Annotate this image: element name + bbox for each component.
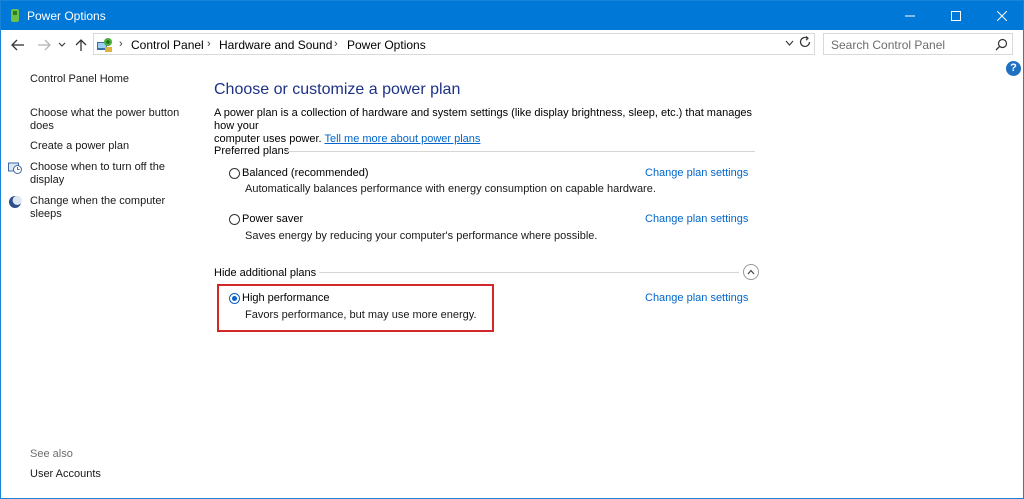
link-line: Create a power plan [30,140,130,152]
power-saver-plan-label[interactable]: Power saver [242,213,303,225]
window-title: Power Options [27,9,106,23]
minimize-icon [905,15,915,16]
control-panel-home-link[interactable]: Control Panel Home [30,73,129,86]
help-icon[interactable]: ? [1006,61,1021,76]
collapse-plans-button[interactable] [743,264,759,280]
section-divider [319,272,739,273]
description-line: computer uses power. Tell me more about … [214,133,774,146]
chevron-up-icon [747,269,755,275]
create-power-plan-link[interactable]: Create a power plan [30,140,129,153]
up-button[interactable] [73,37,89,53]
user-accounts-link[interactable]: User Accounts [30,468,101,481]
breadcrumb-separator-icon: › [207,38,211,50]
preferred-plans-heading: Preferred plans [214,145,290,157]
close-button[interactable] [979,1,1024,30]
title-bar: Power Options [1,1,1023,30]
balanced-plan-description: Automatically balances performance with … [245,183,656,195]
computer-sleeps-link[interactable]: Change when the computer sleeps [30,195,165,221]
arrow-right-icon [38,39,51,51]
high-performance-change-plan-settings-link[interactable]: Change plan settings [645,292,748,304]
address-bar[interactable]: › Control Panel › Hardware and Sound › P… [93,33,815,55]
breadcrumb-hardware-and-sound[interactable]: Hardware and Sound [219,38,332,52]
see-also-heading: See also [30,448,73,460]
address-dropdown-chevron-down-icon[interactable] [785,40,794,47]
breadcrumb-separator-icon: › [334,38,338,50]
power-options-window: Power Options › Control Panel › Hardware… [0,0,1024,499]
hide-additional-plans-heading[interactable]: Hide additional plans [214,267,316,279]
breadcrumb-separator-icon: › [119,38,123,50]
link-line: Choose what the power button [30,107,180,119]
turn-off-display-link[interactable]: Choose when to turn off the display [30,161,165,187]
link-line: sleeps [30,208,62,220]
highlight-box [217,284,494,332]
back-button[interactable] [10,37,26,53]
power-saver-change-plan-settings-link[interactable]: Change plan settings [645,213,748,225]
chevron-down-icon [58,42,66,47]
page-title: Choose or customize a power plan [214,81,461,98]
link-line: does [30,120,54,132]
arrow-left-icon [11,39,24,51]
breadcrumb-control-panel[interactable]: Control Panel [131,38,204,52]
power-options-app-icon [11,9,19,22]
maximize-icon [951,10,961,21]
balanced-plan-label[interactable]: Balanced (recommended) [242,167,369,179]
forward-button[interactable] [36,37,52,53]
link-line: Change when the computer [30,195,166,207]
description-line: A power plan is a collection of hardware… [214,107,753,132]
balanced-change-plan-settings-link[interactable]: Change plan settings [645,167,748,179]
tell-me-more-link[interactable]: Tell me more about power plans [324,133,480,145]
section-divider [287,151,755,152]
close-icon [997,10,1007,21]
search-input[interactable]: Search Control Panel [831,38,945,52]
monitor-clock-icon [8,162,22,174]
balanced-plan-radio[interactable] [229,168,240,179]
maximize-button[interactable] [933,1,979,30]
power-saver-plan-description: Saves energy by reducing your computer's… [245,230,598,242]
breadcrumb-power-options[interactable]: Power Options [347,38,426,52]
link-line: Choose when to turn off the [30,161,165,173]
refresh-icon[interactable] [798,35,812,49]
recent-locations-button[interactable] [57,37,67,53]
page-description: A power plan is a collection of hardware… [214,107,774,146]
search-box[interactable]: Search Control Panel [823,33,1013,55]
description-text: computer uses power. [214,133,322,145]
navigation-bar: › Control Panel › Hardware and Sound › P… [1,30,1023,59]
power-saver-plan-radio[interactable] [229,214,240,225]
arrow-up-icon [75,39,87,51]
choose-power-button-link[interactable]: Choose what the power button does [30,107,179,133]
control-panel-icon [97,38,112,52]
minimize-button[interactable] [887,1,933,30]
link-line: display [30,174,65,186]
search-icon[interactable] [995,38,1008,51]
moon-sleep-icon [9,195,22,208]
